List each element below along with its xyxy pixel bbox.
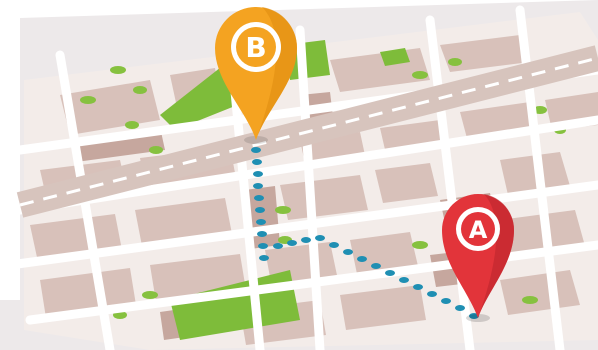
map-canvas: B A — [0, 0, 598, 350]
pin-a-label: A — [469, 216, 488, 244]
map-illustration: B A — [0, 0, 598, 350]
pin-b-label: B — [245, 31, 266, 64]
